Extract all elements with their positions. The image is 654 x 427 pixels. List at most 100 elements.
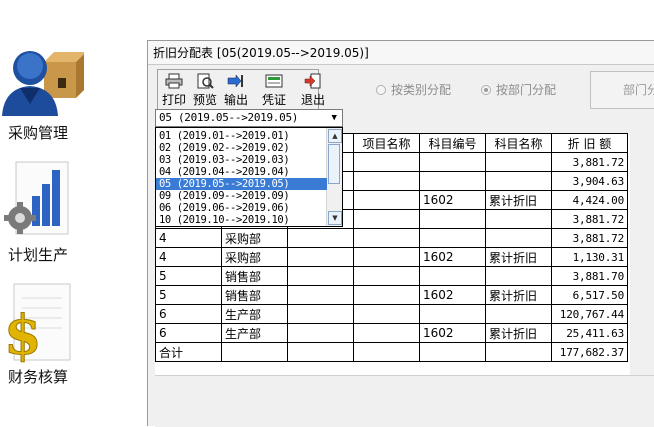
export-button[interactable]: 输出 bbox=[221, 71, 251, 109]
col-header-depreciation: 折 旧 额 bbox=[551, 133, 628, 153]
table-cell: 累计折旧 bbox=[485, 323, 552, 343]
table-cell bbox=[419, 228, 486, 248]
table-cell bbox=[353, 152, 420, 172]
table-cell: 累计折旧 bbox=[485, 285, 552, 305]
table-cell bbox=[221, 342, 288, 362]
print-button[interactable]: 打印 bbox=[159, 71, 189, 109]
table-row[interactable]: 6 生产部 1602 累计折旧 25,411.63 bbox=[155, 323, 628, 343]
department-button[interactable]: 部门分 bbox=[590, 71, 654, 109]
table-cell: 4 bbox=[155, 228, 222, 248]
table-cell: 5 bbox=[155, 266, 222, 286]
table-cell: 生产部 bbox=[221, 304, 288, 324]
table-cell bbox=[419, 209, 486, 229]
radio-by-category[interactable]: 按类别分配 bbox=[376, 81, 451, 98]
launcher-finance[interactable]: $ 财务核算 bbox=[0, 282, 80, 392]
scroll-down-icon[interactable]: ▼ bbox=[328, 211, 342, 225]
period-option[interactable]: 06 (2019.06-->2019.06) bbox=[156, 202, 327, 214]
table-cell: 合计 bbox=[155, 342, 222, 362]
table-cell: 采购部 bbox=[221, 247, 288, 267]
table-cell: 销售部 bbox=[221, 266, 288, 286]
planning-chart-icon bbox=[4, 161, 69, 235]
table-row[interactable]: 5 销售部 3,881.70 bbox=[155, 266, 628, 286]
table-cell bbox=[485, 304, 552, 324]
table-cell: 3,881.72 bbox=[551, 228, 628, 248]
period-option[interactable]: 09 (2019.09-->2019.09) bbox=[156, 190, 327, 202]
table-cell: 177,682.37 bbox=[551, 342, 628, 362]
col-header-account-code: 科目编号 bbox=[419, 133, 486, 153]
table-row[interactable]: 4 采购部 1602 累计折旧 1,130.31 bbox=[155, 247, 628, 267]
table-cell bbox=[485, 342, 552, 362]
table-cell bbox=[287, 247, 354, 267]
table-cell: 1602 bbox=[419, 247, 486, 267]
table-cell bbox=[287, 323, 354, 343]
table-cell bbox=[353, 247, 420, 267]
period-option[interactable]: 04 (2019.04-->2019.04) bbox=[156, 166, 327, 178]
table-cell: 6 bbox=[155, 323, 222, 343]
table-cell: 3,904.63 bbox=[551, 171, 628, 191]
launcher-purchase[interactable]: 采购管理 bbox=[0, 42, 84, 152]
table-row[interactable]: 5 销售部 1602 累计折旧 6,517.50 bbox=[155, 285, 628, 305]
table-cell: 3,881.72 bbox=[551, 209, 628, 229]
radio-by-category-dot bbox=[376, 85, 386, 95]
table-cell: 累计折旧 bbox=[485, 190, 552, 210]
purchase-user-icon bbox=[2, 51, 84, 116]
export-arrow-icon bbox=[227, 74, 243, 88]
period-option[interactable]: 05 (2019.05-->2019.05) bbox=[156, 178, 327, 190]
table-cell bbox=[419, 266, 486, 286]
period-dropdown-list: ▲ ▼ 01 (2019.01-->2019.01) 02 (2019.02-->… bbox=[155, 127, 343, 227]
table-cell: 1602 bbox=[419, 190, 486, 210]
table-row[interactable]: 合计 177,682.37 bbox=[155, 342, 628, 362]
table-cell: 5 bbox=[155, 285, 222, 305]
col-header-account-name: 科目名称 bbox=[485, 133, 552, 153]
table-cell bbox=[353, 228, 420, 248]
table-cell bbox=[287, 285, 354, 305]
table-cell bbox=[419, 304, 486, 324]
printer-icon bbox=[165, 73, 183, 89]
exit-label: 退出 bbox=[300, 93, 325, 107]
export-label: 输出 bbox=[223, 93, 248, 107]
dropdown-scrollbar[interactable]: ▲ ▼ bbox=[326, 128, 342, 226]
table-cell: 1602 bbox=[419, 285, 486, 305]
table-cell: 1602 bbox=[419, 323, 486, 343]
col-header-project: 项目名称 bbox=[353, 133, 420, 153]
period-option[interactable]: 01 (2019.01-->2019.01) bbox=[156, 130, 327, 142]
table-row[interactable]: 4 采购部 3,881.72 bbox=[155, 228, 628, 248]
table-row[interactable]: 6 生产部 120,767.44 bbox=[155, 304, 628, 324]
period-option[interactable]: 02 (2019.02-->2019.02) bbox=[156, 142, 327, 154]
radio-by-department-label: 按部门分配 bbox=[496, 83, 557, 97]
table-cell: 3,881.70 bbox=[551, 266, 628, 286]
launcher-planning[interactable]: 计划生产 bbox=[0, 160, 80, 270]
voucher-label: 凭证 bbox=[261, 93, 286, 107]
preview-button[interactable]: 预览 bbox=[190, 71, 220, 109]
voucher-button[interactable]: 凭证 bbox=[259, 71, 289, 109]
table-cell: 生产部 bbox=[221, 323, 288, 343]
table-cell: 4 bbox=[155, 247, 222, 267]
period-option[interactable]: 10 (2019.10-->2019.10) bbox=[156, 214, 327, 226]
table-cell: 3,881.72 bbox=[551, 152, 628, 172]
radio-by-department-dot bbox=[481, 85, 491, 95]
svg-text:$: $ bbox=[4, 303, 42, 364]
table-cell bbox=[353, 209, 420, 229]
table-cell: 25,411.63 bbox=[551, 323, 628, 343]
table-cell: 4,424.00 bbox=[551, 190, 628, 210]
window-title: 折旧分配表 [05(2019.05-->2019.05)] bbox=[148, 41, 654, 65]
table-cell bbox=[353, 304, 420, 324]
radio-by-department[interactable]: 按部门分配 bbox=[481, 81, 556, 98]
table-cell bbox=[287, 228, 354, 248]
scroll-thumb[interactable] bbox=[328, 144, 340, 184]
scroll-up-icon[interactable]: ▲ bbox=[328, 129, 342, 143]
period-option[interactable]: 03 (2019.03-->2019.03) bbox=[156, 154, 327, 166]
table-cell bbox=[353, 190, 420, 210]
chevron-down-icon[interactable]: ▼ bbox=[326, 110, 342, 126]
finance-dollar-icon: $ bbox=[4, 283, 71, 364]
table-cell bbox=[287, 266, 354, 286]
table-cell bbox=[353, 266, 420, 286]
table-cell bbox=[419, 342, 486, 362]
table-cell bbox=[485, 228, 552, 248]
table-cell: 1,130.31 bbox=[551, 247, 628, 267]
period-select[interactable]: 05 (2019.05-->2019.05) ▼ bbox=[155, 109, 343, 127]
table-cell: 采购部 bbox=[221, 228, 288, 248]
table-cell: 销售部 bbox=[221, 285, 288, 305]
voucher-icon bbox=[265, 74, 283, 88]
exit-button[interactable]: 退出 bbox=[298, 71, 328, 109]
